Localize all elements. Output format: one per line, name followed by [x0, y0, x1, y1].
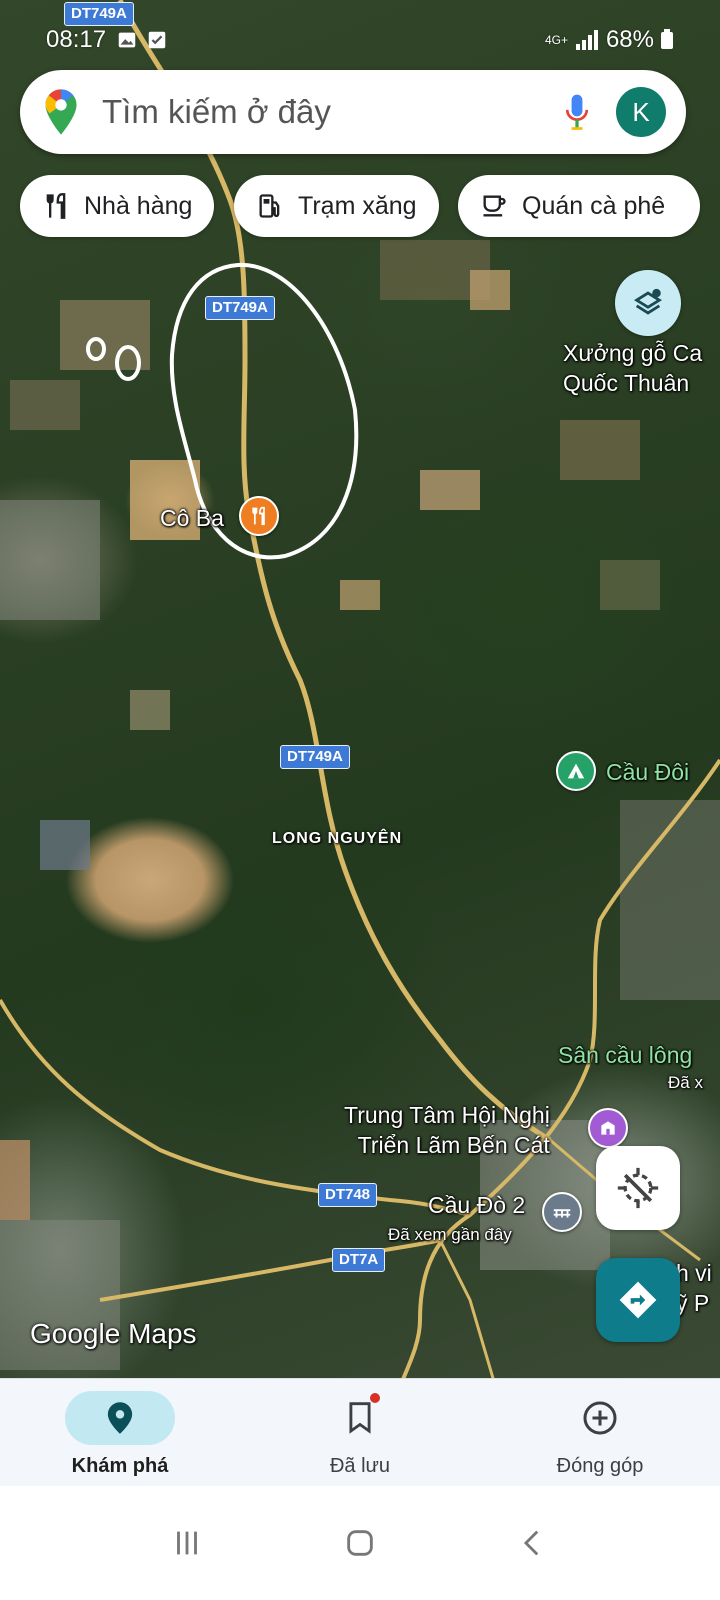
drawn-circle [86, 337, 106, 361]
place-label-xuong-go[interactable]: Xưởng gỗ Ca Quốc Thuân [563, 338, 702, 398]
bridge-pin-icon[interactable] [542, 1192, 582, 1232]
layers-icon [633, 288, 663, 315]
road-shield: DT749A [280, 745, 350, 769]
avatar[interactable]: K [616, 87, 666, 137]
google-maps-logo-icon [45, 89, 77, 135]
nav-label: Đóng góp [556, 1455, 644, 1477]
recents-icon[interactable] [170, 1526, 204, 1560]
signal-icon [575, 30, 598, 50]
my-location-button[interactable] [596, 1146, 680, 1230]
gas-station-icon [259, 194, 280, 218]
restaurant-icon [46, 193, 66, 219]
place-sublabel: Đã x [668, 1073, 703, 1092]
directions-button[interactable] [596, 1258, 680, 1342]
status-bar: 08:17 4G+ 68% [0, 22, 720, 58]
road-shield: DT749A [205, 296, 275, 320]
area-label: LONG NGUYÊN [272, 830, 403, 847]
bottom-navigation: Khám phá Đã lưu Đóng góp [0, 1378, 720, 1486]
nav-icon-container [305, 1391, 415, 1445]
place-label-san-cau-long[interactable]: Sân cầu lông [558, 1040, 692, 1070]
chip-cafes[interactable]: Quán cà phê [458, 175, 700, 237]
bookmark-icon [349, 1402, 371, 1434]
bridge-icon [553, 1209, 571, 1218]
drawn-circle [115, 345, 141, 381]
place-label-co-ba[interactable]: Cô Ba [160, 503, 224, 533]
chip-label: Nhà hàng [84, 191, 193, 220]
place-label-trung-tam[interactable]: Trung Tâm Hội Nghị Triển Lãm Bến Cát [344, 1100, 550, 1160]
notification-badge [370, 1393, 380, 1403]
search-input[interactable]: Tìm kiếm ở đây [102, 93, 564, 131]
battery-percent: 68% [605, 26, 654, 53]
search-bar[interactable]: Tìm kiếm ở đây K [20, 70, 686, 154]
road-shield: DT7A [332, 1248, 386, 1272]
road-dt749a [117, 0, 552, 1143]
microphone-icon[interactable] [564, 92, 590, 132]
recently-viewed-label: Đã xem gần đây [388, 1225, 512, 1244]
home-icon[interactable] [343, 1526, 377, 1560]
network-type: 4G+ [544, 33, 568, 47]
place-label-cau-doi[interactable]: Cầu Đôi [606, 757, 689, 787]
place-label-cau-do-2[interactable]: Cầu Đò 2 [428, 1190, 525, 1220]
tab-saved[interactable]: Đã lưu [240, 1379, 480, 1486]
location-disabled-icon [617, 1167, 659, 1209]
park-pin-icon[interactable] [556, 751, 596, 791]
venue-pin-icon[interactable] [588, 1108, 628, 1148]
google-maps-watermark: Google Maps [30, 1318, 197, 1349]
chip-label: Trạm xăng [298, 191, 417, 220]
directions-icon [619, 1281, 657, 1319]
battery-icon [661, 29, 673, 49]
nav-label: Đã lưu [329, 1455, 391, 1477]
chip-restaurants[interactable]: Nhà hàng [20, 175, 215, 237]
place-label-partial: h vi ỹ P [676, 1260, 712, 1316]
chip-label: Quán cà phê [522, 191, 666, 220]
system-navigation-bar [0, 1486, 720, 1600]
back-icon[interactable] [516, 1526, 550, 1560]
status-right: 4G+ 68% [545, 26, 674, 54]
layers-button[interactable] [615, 270, 681, 336]
building-icon [601, 1121, 615, 1135]
image-icon [118, 32, 136, 48]
add-circle-icon [583, 1401, 617, 1435]
tab-contribute[interactable]: Đóng góp [480, 1379, 720, 1486]
restaurant-icon [252, 506, 265, 526]
check-box-icon [148, 31, 166, 49]
location-pin-icon [107, 1402, 133, 1434]
status-time: 08:17 [46, 26, 107, 53]
nav-icon-container [65, 1391, 175, 1445]
tent-icon [567, 763, 585, 779]
coffee-icon [483, 195, 506, 217]
nav-label: Khám phá [71, 1455, 169, 1477]
tab-explore[interactable]: Khám phá [0, 1379, 240, 1486]
chip-gas-stations[interactable]: Trạm xăng [234, 175, 439, 237]
nav-icon-container [545, 1391, 655, 1445]
restaurant-pin-icon[interactable] [239, 496, 279, 536]
road-shield: DT748 [318, 1183, 378, 1207]
